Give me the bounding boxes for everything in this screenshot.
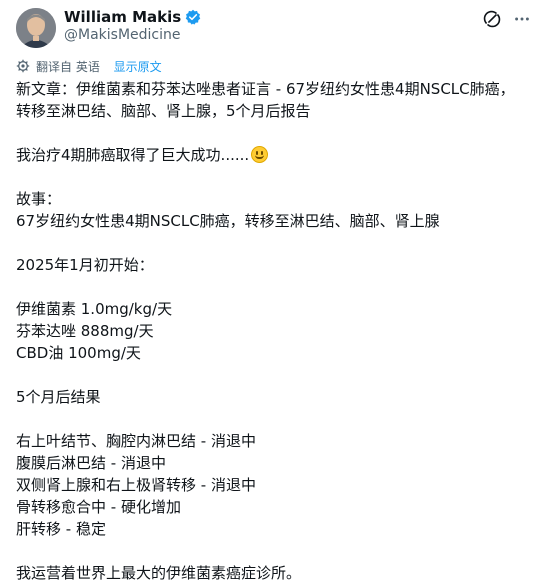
- post-line-text: [16, 124, 21, 142]
- post-line: 5个月后结果: [16, 386, 531, 408]
- post-line-text: [16, 366, 21, 384]
- blank-line: [16, 408, 531, 430]
- post-line-text: [16, 168, 21, 186]
- post-line-text: 我治疗4期肺癌取得了巨大成功......: [16, 146, 250, 164]
- post-line-text: 转移至淋巴结、脑部、肾上腺，5个月后报告: [16, 102, 311, 120]
- post-line: 骨转移愈合中 - 硬化增加: [16, 496, 531, 518]
- post-line: 2025年1月初开始：: [16, 254, 531, 276]
- verified-badge-icon: [185, 9, 201, 25]
- author-name-row: William Makis: [64, 7, 201, 27]
- post-line-text: 伊维菌素 1.0mg/kg/天: [16, 300, 173, 318]
- show-original-link[interactable]: 显示原文: [114, 58, 162, 75]
- post-line: 转移至淋巴结、脑部、肾上腺，5个月后报告: [16, 100, 531, 122]
- post-line-text: 肝转移 - 稳定: [16, 520, 106, 538]
- post-line-text: 我运营着世界上最大的伊维菌素癌症诊所。: [16, 564, 302, 582]
- blank-line: [16, 540, 531, 562]
- post-line-text: 双侧肾上腺和右上极肾转移 - 消退中: [16, 476, 256, 494]
- tweet-actions-top: [482, 9, 532, 29]
- post-line: 我治疗4期肺癌取得了巨大成功......: [16, 144, 531, 166]
- post-line-text: 故事：: [16, 190, 62, 208]
- post-line: 双侧肾上腺和右上极肾转移 - 消退中: [16, 474, 531, 496]
- post-line: 右上叶结节、胸腔内淋巴结 - 消退中: [16, 430, 531, 452]
- avatar-photo: [16, 8, 56, 48]
- post-line: 肝转移 - 稳定: [16, 518, 531, 540]
- post-line-text: 骨转移愈合中 - 硬化增加: [16, 498, 181, 516]
- post-line-text: [16, 278, 21, 296]
- post-line-text: 芬苯达唑 888mg/天: [16, 322, 154, 340]
- post-line-text: 2025年1月初开始：: [16, 256, 154, 274]
- post-line-text: 67岁纽约女性患4期NSCLC肺癌，转移至淋巴结、脑部、肾上腺: [16, 212, 440, 230]
- post-line: CBD油 100mg/天: [16, 342, 531, 364]
- post-line-text: 新文章：伊维菌素和芬苯达唑患者证言 - 67岁纽约女性患4期NSCLC肺癌，: [16, 80, 515, 98]
- grok-icon[interactable]: [482, 9, 502, 29]
- blank-line: [16, 232, 531, 254]
- grinning-face-emoji: [251, 146, 269, 163]
- translation-separator: [105, 59, 109, 73]
- post-line-text: 5个月后结果: [16, 388, 101, 406]
- author-name[interactable]: William Makis: [64, 8, 181, 26]
- translation-label: 翻译自 英语: [36, 59, 100, 74]
- post-line: 伊维菌素 1.0mg/kg/天: [16, 298, 531, 320]
- post-line: 我运营着世界上最大的伊维菌素癌症诊所。: [16, 562, 531, 584]
- post-line: 故事：: [16, 188, 531, 210]
- post-line-text: [16, 410, 21, 428]
- post-line-text: [16, 542, 21, 560]
- post-line-text: 腹膜后淋巴结 - 消退中: [16, 454, 166, 472]
- tweet: William Makis @MakisMedicine 翻译自 英语 显示原文…: [0, 0, 546, 582]
- blank-line: [16, 166, 531, 188]
- blank-line: [16, 364, 531, 386]
- gear-icon[interactable]: [16, 59, 30, 73]
- translation-bar: 翻译自 英语 显示原文: [16, 57, 162, 75]
- author-handle[interactable]: @MakisMedicine: [64, 27, 181, 43]
- post-line: 新文章：伊维菌素和芬苯达唑患者证言 - 67岁纽约女性患4期NSCLC肺癌，: [16, 78, 531, 100]
- post-line: 67岁纽约女性患4期NSCLC肺癌，转移至淋巴结、脑部、肾上腺: [16, 210, 531, 232]
- blank-line: [16, 122, 531, 144]
- post-line-text: [16, 234, 21, 252]
- avatar[interactable]: [16, 8, 56, 48]
- more-options-icon[interactable]: [512, 9, 532, 29]
- post-line-text: CBD油 100mg/天: [16, 344, 141, 362]
- post-line: 腹膜后淋巴结 - 消退中: [16, 452, 531, 474]
- post-line: 芬苯达唑 888mg/天: [16, 320, 531, 342]
- post-line-text: 右上叶结节、胸腔内淋巴结 - 消退中: [16, 432, 256, 450]
- blank-line: [16, 276, 531, 298]
- tweet-body: 新文章：伊维菌素和芬苯达唑患者证言 - 67岁纽约女性患4期NSCLC肺癌， 转移…: [16, 78, 531, 584]
